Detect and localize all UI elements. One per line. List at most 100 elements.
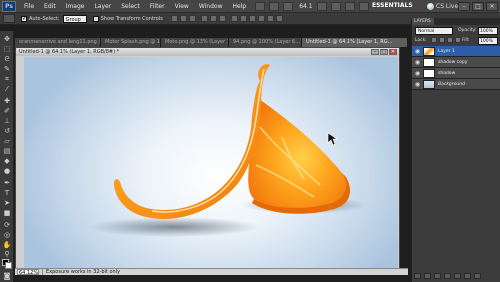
dodge-tool-icon[interactable]: ● xyxy=(2,167,12,176)
distribute-right-icon[interactable] xyxy=(275,15,283,22)
blur-tool-icon[interactable]: ◆ xyxy=(2,157,12,166)
lock-image-icon[interactable] xyxy=(439,37,445,43)
arrange-documents-icon[interactable] xyxy=(344,1,355,11)
screen-mode-icon[interactable] xyxy=(358,1,369,11)
tools-panel: ✥ ⬚ ᘓ ✎ ⌗ ⁄ ✚ ✐ ⊥ ↺ ▱ ▤ ◆ ● ✒ T ➤ ■ ⟳ ◎ … xyxy=(0,31,14,282)
brush-tool-icon[interactable]: ✐ xyxy=(2,107,12,116)
type-tool-icon[interactable]: T xyxy=(2,189,12,198)
close-icon[interactable]: ✕ xyxy=(486,2,498,11)
layer-style-icon[interactable] xyxy=(424,273,431,279)
distribute-vcenter-icon[interactable] xyxy=(239,15,247,22)
adjustment-layer-icon[interactable] xyxy=(444,273,451,279)
align-right-icon[interactable] xyxy=(218,15,226,22)
menu-filter[interactable]: Filter xyxy=(145,0,170,13)
align-vcenter-icon[interactable] xyxy=(179,15,187,22)
menu-edit[interactable]: Edit xyxy=(39,0,61,13)
extras-icon[interactable] xyxy=(283,1,294,11)
minimize-icon[interactable]: – xyxy=(458,2,470,11)
move-tool-preset-icon[interactable] xyxy=(3,14,15,23)
doc-minimize-icon[interactable]: – xyxy=(371,49,379,55)
align-hcenter-icon[interactable] xyxy=(209,15,217,22)
cs-live-button[interactable]: CS Live xyxy=(427,1,458,12)
menu-layer[interactable]: Layer xyxy=(89,0,116,13)
menu-image[interactable]: Image xyxy=(61,0,90,13)
zoom-tool-icon[interactable]: ⚲ xyxy=(2,250,12,259)
quick-select-tool-icon[interactable]: ✎ xyxy=(2,65,12,74)
tab-layers[interactable]: LAYERS xyxy=(412,18,434,25)
tab-document-1[interactable]: oranmenerrive and leng11.png @ 14.7... xyxy=(15,38,101,47)
layer-row-shadow[interactable]: ◉ shadow xyxy=(412,68,500,79)
menu-window[interactable]: Window xyxy=(194,0,228,13)
tab-document-4[interactable]: 94.png @ 100% (Layer 6... xyxy=(229,38,302,47)
visibility-eye-icon[interactable]: ◉ xyxy=(414,59,421,66)
distribute-hcenter-icon[interactable] xyxy=(266,15,274,22)
distribute-bottom-icon[interactable] xyxy=(248,15,256,22)
quick-mask-icon[interactable]: ◙ xyxy=(2,272,12,281)
zoom-level[interactable]: 64.1 xyxy=(299,3,312,10)
menu-file[interactable]: File xyxy=(19,0,39,13)
gradient-tool-icon[interactable]: ▤ xyxy=(2,147,12,156)
lock-position-icon[interactable] xyxy=(447,37,453,43)
delete-layer-icon[interactable] xyxy=(474,273,481,279)
clone-stamp-tool-icon[interactable]: ⊥ xyxy=(2,117,12,126)
mini-bridge-icon[interactable] xyxy=(269,1,280,11)
show-transform-checkbox[interactable] xyxy=(92,15,99,22)
lock-transparency-icon[interactable] xyxy=(431,37,437,43)
tab-document-2[interactable]: Motor Splash.png @ 14.7... xyxy=(101,38,161,47)
align-top-icon[interactable] xyxy=(170,15,178,22)
shape-tool-icon[interactable]: ■ xyxy=(2,209,12,218)
visibility-eye-icon[interactable]: ◉ xyxy=(414,48,421,55)
menu-help[interactable]: Help xyxy=(228,0,252,13)
history-brush-tool-icon[interactable]: ↺ xyxy=(2,127,12,136)
visibility-eye-icon[interactable]: ◉ xyxy=(414,81,421,88)
auto-select-dropdown[interactable]: Group xyxy=(62,14,87,23)
blend-mode-dropdown[interactable]: Normal xyxy=(415,27,453,35)
status-divider xyxy=(42,269,43,275)
fill-field[interactable]: 100% xyxy=(478,37,498,45)
move-tool-icon[interactable]: ✥ xyxy=(2,35,12,44)
auto-select-checkbox[interactable] xyxy=(21,15,27,22)
eraser-tool-icon[interactable]: ▱ xyxy=(2,137,12,146)
new-group-icon[interactable] xyxy=(454,273,461,279)
distribute-top-icon[interactable] xyxy=(230,15,238,22)
distribute-left-icon[interactable] xyxy=(257,15,265,22)
menu-select[interactable]: Select xyxy=(116,0,145,13)
visibility-eye-icon[interactable]: ◉ xyxy=(414,70,421,77)
bridge-icon[interactable] xyxy=(255,1,266,11)
healing-brush-tool-icon[interactable]: ✚ xyxy=(2,97,12,106)
doc-close-icon[interactable]: ✕ xyxy=(389,49,397,55)
menu-view[interactable]: View xyxy=(170,0,194,13)
layer-row-layer-1[interactable]: ◉ Layer 1 xyxy=(412,46,500,57)
add-mask-icon[interactable] xyxy=(434,273,441,279)
tab-document-active[interactable]: Untitled-1 @ 64.1% (Layer 1, RG... xyxy=(302,38,408,47)
pen-tool-icon[interactable]: ✒ xyxy=(2,179,12,188)
3d-rotate-tool-icon[interactable]: ⟳ xyxy=(2,221,12,230)
3d-orbit-tool-icon[interactable]: ◎ xyxy=(2,231,12,240)
zoom-icon[interactable] xyxy=(330,1,341,11)
path-selection-tool-icon[interactable]: ➤ xyxy=(2,199,12,208)
document-title-bar[interactable]: Untitled-1 @ 64.1% (Layer 1, RGB/8#) * xyxy=(16,48,399,56)
hand-icon[interactable] xyxy=(316,1,327,11)
layer-row-background[interactable]: ◉ Background xyxy=(412,79,500,90)
hand-tool-icon[interactable]: ✋ xyxy=(2,241,12,250)
layer-row-shadow-copy[interactable]: ◉ shadow copy xyxy=(412,57,500,68)
workspace-switcher[interactable]: ESSENTIALS xyxy=(372,2,413,9)
align-bottom-icon[interactable] xyxy=(188,15,196,22)
eyedropper-tool-icon[interactable]: ⁄ xyxy=(2,85,12,94)
marquee-tool-icon[interactable]: ⬚ xyxy=(2,45,12,54)
background-color-swatch[interactable] xyxy=(5,262,12,269)
lock-all-icon[interactable] xyxy=(455,37,461,43)
crop-tool-icon[interactable]: ⌗ xyxy=(2,75,12,84)
opacity-field[interactable]: 100% xyxy=(478,27,498,35)
document-canvas[interactable] xyxy=(24,57,398,271)
document-window: Untitled-1 @ 64.1% (Layer 1, RGB/8#) * –… xyxy=(15,47,400,272)
orange-peel-spiral xyxy=(113,64,270,219)
align-left-icon[interactable] xyxy=(200,15,208,22)
tab-document-3[interactable]: Moto.png @ 13% (Layer 1... xyxy=(161,38,229,47)
maximize-icon[interactable]: □ xyxy=(472,2,484,11)
zoom-field[interactable]: 64.12% xyxy=(17,269,39,276)
doc-maximize-icon[interactable]: □ xyxy=(380,49,388,55)
lasso-tool-icon[interactable]: ᘓ xyxy=(2,55,12,64)
link-layers-icon[interactable] xyxy=(414,273,421,279)
new-layer-icon[interactable] xyxy=(464,273,471,279)
